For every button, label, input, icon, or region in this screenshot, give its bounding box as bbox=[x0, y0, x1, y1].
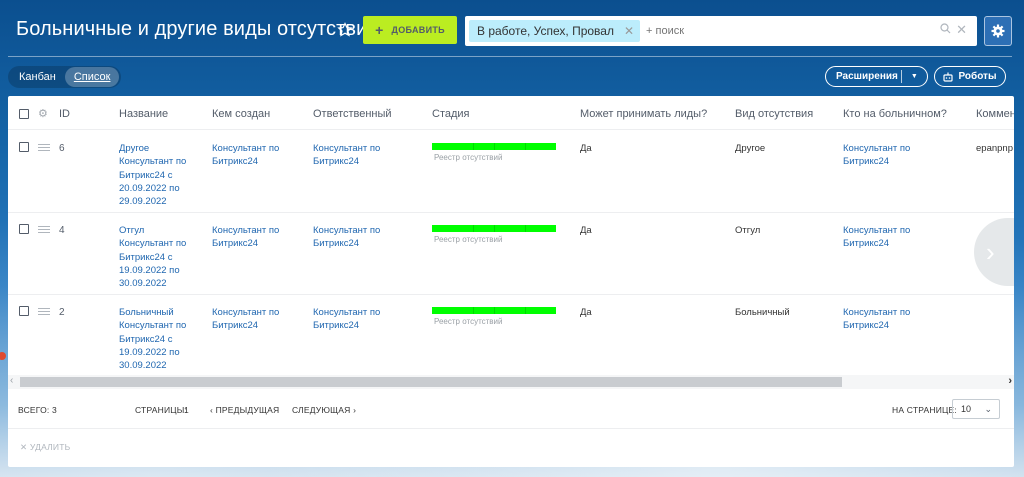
star-icon[interactable] bbox=[337, 22, 353, 38]
column-header-id[interactable]: ID bbox=[59, 108, 70, 120]
column-header-name[interactable]: Название bbox=[119, 108, 168, 120]
stage-progress-bar[interactable] bbox=[432, 307, 556, 314]
grid-header: ⚙ ID Название Кем создан Ответственный С… bbox=[8, 96, 1014, 130]
row-id: 2 bbox=[59, 307, 65, 318]
row-who-is-sick-link[interactable]: Консультант по Битрикс24 bbox=[843, 306, 925, 333]
column-header-absence-type[interactable]: Вид отсутствия bbox=[735, 108, 813, 120]
header-divider bbox=[8, 56, 1012, 57]
close-icon[interactable]: ✕ bbox=[956, 22, 967, 38]
column-header-comment[interactable]: Коммен bbox=[976, 108, 1014, 120]
chevron-right-icon: › bbox=[986, 236, 995, 267]
search-input[interactable] bbox=[646, 25, 947, 37]
per-page-select[interactable]: 10 ⌄ bbox=[952, 399, 1000, 419]
row-can-accept-leads: Да bbox=[580, 225, 592, 236]
settings-button[interactable] bbox=[984, 16, 1012, 46]
add-button-label: ДОБАВИТЬ bbox=[391, 25, 445, 35]
filter-bar[interactable]: В работе, Успех, Провал ✕ ✕ bbox=[465, 16, 977, 46]
extensions-button[interactable]: Расширения ▼ bbox=[825, 66, 928, 87]
grid-panel: ⚙ ID Название Кем создан Ответственный С… bbox=[8, 96, 1014, 467]
column-header-responsible[interactable]: Ответственный bbox=[313, 108, 392, 120]
horizontal-scrollbar[interactable]: ‹ › bbox=[8, 375, 1014, 389]
chip-close-icon[interactable]: ✕ bbox=[624, 24, 634, 38]
drag-handle-icon[interactable] bbox=[38, 144, 50, 152]
row-who-is-sick-link[interactable]: Консультант по Битрикс24 bbox=[843, 224, 925, 251]
next-page-label: СЛЕДУЮЩАЯ bbox=[292, 405, 351, 415]
row-id: 6 bbox=[59, 143, 65, 154]
prev-page-link[interactable]: ‹ ПРЕДЫДУЩАЯ bbox=[210, 405, 279, 415]
plus-icon: + bbox=[375, 22, 384, 38]
select-all-checkbox[interactable] bbox=[19, 109, 29, 119]
drag-handle-icon[interactable] bbox=[38, 308, 50, 316]
gear-icon[interactable]: ⚙ bbox=[38, 107, 48, 120]
extensions-label: Расширения bbox=[836, 71, 898, 82]
chevron-down-icon: ⌄ bbox=[984, 404, 992, 414]
chevron-right-icon[interactable]: › bbox=[1008, 375, 1012, 387]
row-created-by-link[interactable]: Консультант по Битрикс24 bbox=[212, 142, 294, 169]
row-created-by-link[interactable]: Консультант по Битрикс24 bbox=[212, 306, 294, 333]
table-row[interactable]: 2 Больничный Консультант по Битрикс24 с … bbox=[8, 295, 1014, 375]
filter-chip[interactable]: В работе, Успех, Провал ✕ bbox=[469, 20, 641, 42]
stage-label: Реестр отсутствий bbox=[434, 317, 503, 326]
row-absence-type: Больничный bbox=[735, 307, 790, 318]
per-page-value: 10 bbox=[961, 404, 972, 414]
scrollbar-thumb[interactable] bbox=[20, 377, 842, 387]
row-name-link[interactable]: Больничный Консультант по Битрикс24 с 19… bbox=[119, 306, 199, 372]
row-responsible-link[interactable]: Консультант по Битрикс24 bbox=[313, 306, 395, 333]
row-created-by-link[interactable]: Консультант по Битрикс24 bbox=[212, 224, 294, 251]
column-header-created-by[interactable]: Кем создан bbox=[212, 108, 270, 120]
row-can-accept-leads: Да bbox=[580, 307, 592, 318]
drag-handle-icon[interactable] bbox=[38, 226, 50, 234]
robots-button[interactable]: Роботы bbox=[934, 66, 1006, 87]
grid-footer: ВСЕГО: 3 СТРАНИЦЫ: 1 ‹ ПРЕДЫДУЩАЯ СЛЕДУЮ… bbox=[8, 389, 1014, 429]
row-name-link[interactable]: Отгул Консультант по Битрикс24 с 19.09.2… bbox=[119, 224, 199, 290]
prev-page-label: ПРЕДЫДУЩАЯ bbox=[215, 405, 280, 415]
view-list[interactable]: Список bbox=[64, 67, 120, 87]
column-header-can-accept-leads[interactable]: Может принимать лиды? bbox=[580, 108, 707, 120]
search-icon[interactable] bbox=[940, 23, 951, 37]
row-id: 4 bbox=[59, 225, 65, 236]
column-header-stage[interactable]: Стадия bbox=[432, 108, 470, 120]
row-responsible-link[interactable]: Консультант по Битрикс24 bbox=[313, 142, 395, 169]
stage-progress-bar[interactable] bbox=[432, 143, 556, 150]
view-switch: Канбан Список bbox=[8, 66, 122, 88]
page-title: Больничные и другие виды отсутствия bbox=[16, 18, 379, 40]
stage-progress-bar[interactable] bbox=[432, 225, 556, 232]
robot-icon bbox=[943, 72, 954, 82]
row-comment: epanpnp bbox=[976, 143, 1013, 154]
row-checkbox[interactable] bbox=[19, 224, 29, 234]
column-header-who-is-sick[interactable]: Кто на больничном? bbox=[843, 108, 947, 120]
row-absence-type: Отгул bbox=[735, 225, 761, 236]
delete-label: УДАЛИТЬ bbox=[29, 442, 71, 452]
stage-label: Реестр отсутствий bbox=[434, 153, 503, 162]
next-page-link[interactable]: СЛЕДУЮЩАЯ › bbox=[292, 405, 356, 415]
per-page-label: НА СТРАНИЦЕ: bbox=[892, 405, 957, 415]
add-button[interactable]: + ДОБАВИТЬ bbox=[363, 16, 457, 44]
robots-label: Роботы bbox=[958, 71, 997, 82]
filter-chip-label: В работе, Успех, Провал bbox=[477, 24, 614, 38]
stage-label: Реестр отсутствий bbox=[434, 235, 503, 244]
table-row[interactable]: 4 Отгул Консультант по Битрикс24 с 19.09… bbox=[8, 213, 1014, 295]
total-count: ВСЕГО: 3 bbox=[18, 405, 57, 415]
row-absence-type: Другое bbox=[735, 143, 766, 154]
table-row[interactable]: 6 Другое Консультант по Битрикс24 с 20.0… bbox=[8, 131, 1014, 213]
row-name-link[interactable]: Другое Консультант по Битрикс24 с 20.09.… bbox=[119, 142, 199, 208]
notification-dot bbox=[0, 352, 6, 360]
current-page[interactable]: 1 bbox=[184, 405, 189, 415]
chevron-left-icon[interactable]: ‹ bbox=[10, 375, 13, 386]
row-can-accept-leads: Да bbox=[580, 143, 592, 154]
pages-label: СТРАНИЦЫ: bbox=[135, 405, 188, 415]
chevron-down-icon[interactable]: ▼ bbox=[902, 73, 927, 80]
delete-button[interactable]: ✕ УДАЛИТЬ bbox=[20, 442, 70, 453]
row-who-is-sick-link[interactable]: Консультант по Битрикс24 bbox=[843, 142, 925, 169]
row-responsible-link[interactable]: Консультант по Битрикс24 bbox=[313, 224, 395, 251]
view-kanban[interactable]: Канбан bbox=[10, 67, 65, 87]
gear-icon bbox=[991, 24, 1005, 38]
row-checkbox[interactable] bbox=[19, 142, 29, 152]
row-checkbox[interactable] bbox=[19, 306, 29, 316]
